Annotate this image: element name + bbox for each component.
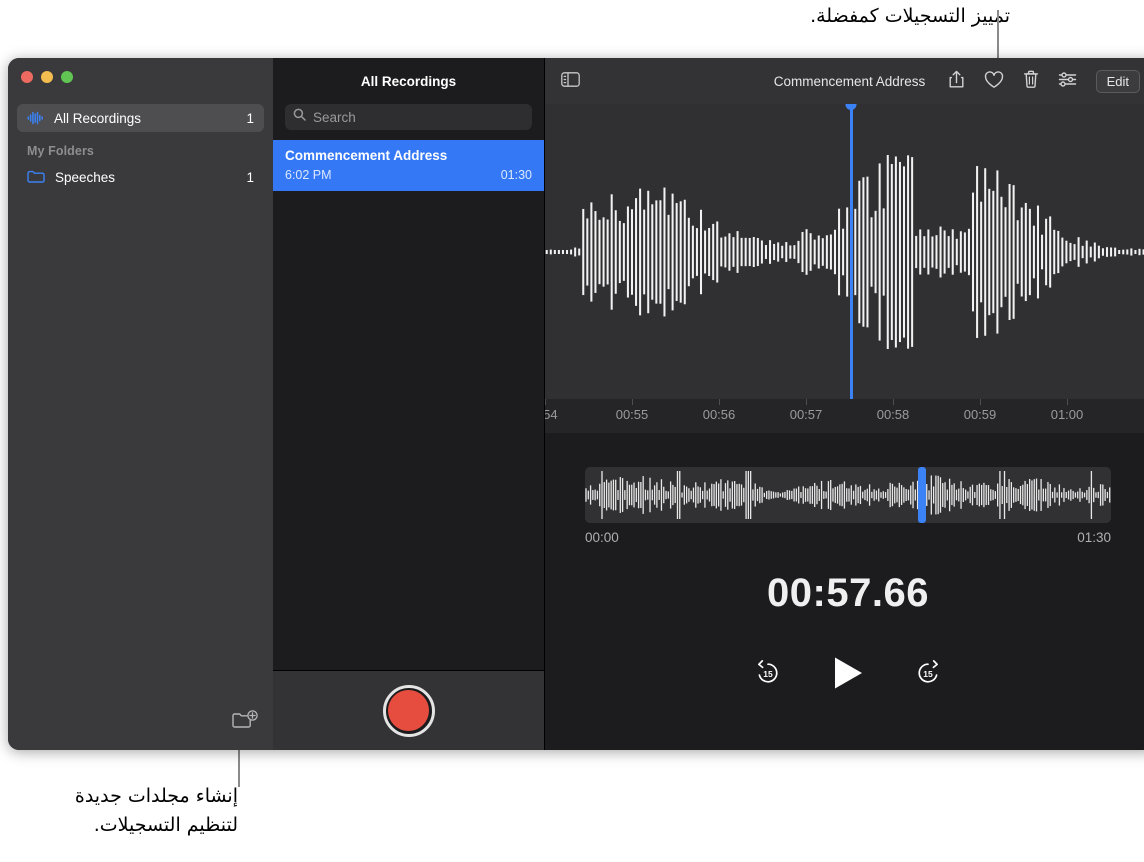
sidebar-item-speeches[interactable]: Speeches 1 — [17, 163, 264, 191]
audio-settings-icon[interactable] — [1058, 71, 1077, 91]
record-bar — [273, 670, 544, 750]
heart-icon[interactable] — [984, 71, 1004, 92]
ruler-tick — [1067, 399, 1068, 405]
sidebar-item-all-recordings-label: All Recordings — [54, 111, 141, 126]
toolbar-actions: Edit — [948, 70, 1140, 93]
sidebar-section-my-folders: My Folders — [8, 132, 273, 163]
voice-memos-window: All Recordings 1 My Folders Speeches 1 — [8, 58, 1144, 750]
waveform-icon — [27, 111, 44, 125]
search-box[interactable] — [285, 104, 532, 130]
skip-back-15-icon[interactable]: 15 — [753, 658, 783, 691]
ruler-tick-label: 01:00 — [1051, 407, 1084, 422]
ruler-tick-label: 0:54 — [545, 407, 558, 422]
list-item[interactable]: Commencement Address 6:02 PM 01:30 — [273, 140, 544, 191]
share-icon[interactable] — [948, 70, 965, 92]
recording-duration: 01:30 — [501, 168, 532, 182]
overview-scrubber[interactable] — [585, 467, 1111, 523]
recording-meta: 6:02 PM 01:30 — [285, 168, 532, 182]
transport-controls: 15 15 — [585, 655, 1111, 694]
ruler-tick — [545, 399, 546, 405]
screenshot-root: تمييز التسجيلات كمفضلة. إنشاء مجلدات جدي… — [0, 0, 1144, 862]
overview-start-time: 00:00 — [585, 530, 619, 545]
record-dot-icon — [388, 690, 429, 731]
ruler-tick-label: 00:58 — [877, 407, 910, 422]
detail-pane: Commencement Address — [545, 58, 1144, 750]
search-icon — [293, 108, 306, 126]
sidebar-item-speeches-label: Speeches — [55, 170, 115, 185]
play-icon[interactable] — [831, 655, 865, 694]
overview-playhead[interactable] — [918, 467, 926, 523]
callout-new-folder-leader-line — [238, 745, 240, 787]
player-controls-area: 00:00 01:30 00:57.66 15 — [545, 433, 1144, 750]
ruler-tick — [806, 399, 807, 405]
callout-new-folder-text: إنشاء مجلدات جديدة لتنظيم التسجيلات. — [8, 782, 238, 840]
list-title: All Recordings — [273, 58, 544, 104]
edit-button[interactable]: Edit — [1096, 70, 1140, 93]
timeline-ruler[interactable]: 0:5400:5500:5600:5700:5800:5901:0001: — [545, 399, 1144, 433]
ruler-tick — [632, 399, 633, 405]
timecode-display: 00:57.66 — [585, 571, 1111, 616]
skip-forward-15-icon[interactable]: 15 — [913, 658, 943, 691]
sidebar: All Recordings 1 My Folders Speeches 1 — [8, 58, 273, 750]
sidebar-item-all-recordings[interactable]: All Recordings 1 — [17, 104, 264, 132]
overview-end-time: 01:30 — [1077, 530, 1111, 545]
trash-icon[interactable] — [1023, 70, 1039, 92]
callout-favorite-text: تمييز التسجيلات كمفضلة. — [810, 2, 1010, 31]
zoom-button[interactable] — [61, 71, 73, 83]
ruler-tick-label: 00:59 — [964, 407, 997, 422]
ruler-tick — [719, 399, 720, 405]
playhead[interactable] — [850, 104, 853, 399]
ruler-tick — [893, 399, 894, 405]
detail-waveform-bars — [545, 104, 1144, 399]
detail-waveform[interactable] — [545, 104, 1144, 399]
recording-time: 6:02 PM — [285, 168, 332, 182]
callout-favorite-leader-line — [997, 10, 999, 60]
sidebar-item-speeches-count: 1 — [246, 170, 254, 185]
list-empty-space — [273, 191, 544, 670]
sidebar-item-all-recordings-count: 1 — [246, 111, 254, 126]
search-container — [273, 104, 544, 140]
ruler-tick-label: 00:55 — [616, 407, 649, 422]
search-input[interactable] — [313, 110, 524, 125]
overview-scrubber-wrap: 00:00 01:30 — [585, 467, 1111, 545]
ruler-tick-label: 00:57 — [790, 407, 823, 422]
toolbar: Commencement Address — [545, 58, 1144, 104]
new-folder-icon[interactable] — [230, 708, 260, 734]
close-button[interactable] — [21, 71, 33, 83]
window-controls — [8, 58, 273, 104]
overview-time-labels: 00:00 01:30 — [585, 530, 1111, 545]
ruler-tick-label: 00:56 — [703, 407, 736, 422]
sidebar-toggle-icon[interactable] — [561, 72, 580, 90]
record-button[interactable] — [383, 685, 435, 737]
skip-back-label: 15 — [763, 669, 773, 679]
minimize-button[interactable] — [41, 71, 53, 83]
recording-title: Commencement Address — [285, 148, 532, 163]
skip-forward-label: 15 — [923, 669, 933, 679]
overview-waveform-bars — [585, 467, 1111, 523]
ruler-tick — [980, 399, 981, 405]
recordings-list-column: All Recordings Commencement Address 6:02… — [273, 58, 545, 750]
folder-icon — [27, 170, 45, 184]
